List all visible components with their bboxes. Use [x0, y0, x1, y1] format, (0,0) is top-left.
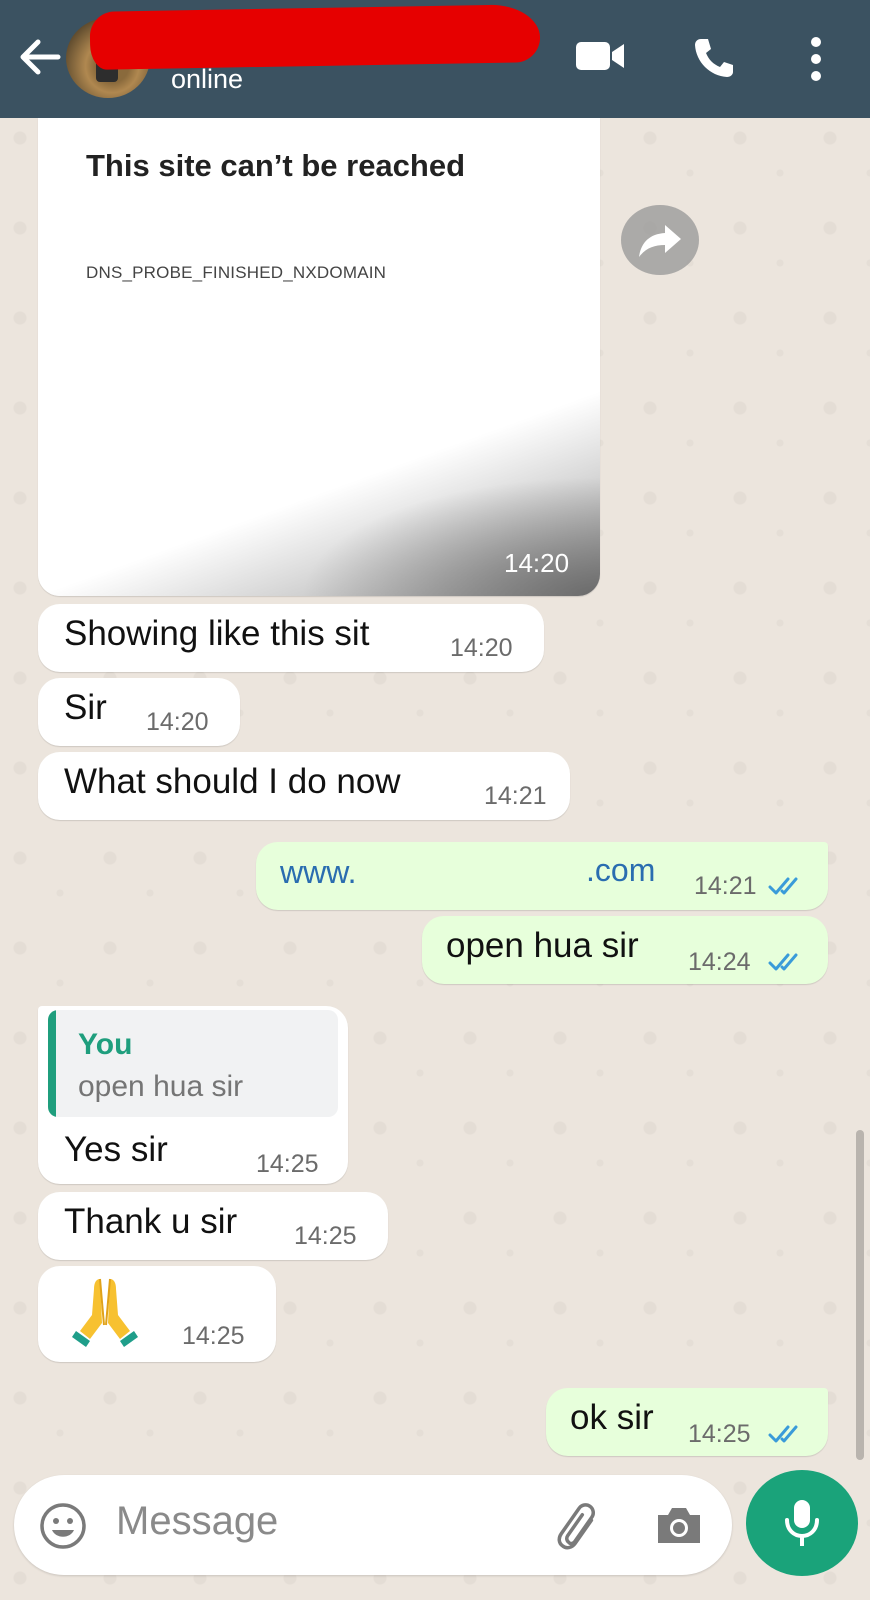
quote-text: open hua sir — [78, 1070, 244, 1103]
link-preview-card[interactable]: This site can’t be reached DNS_PROBE_FIN… — [38, 118, 600, 596]
double-check-icon — [768, 953, 798, 971]
message-input[interactable]: Message — [116, 1499, 278, 1544]
message-text: Sir — [64, 688, 107, 727]
message-time: 14:25 — [256, 1150, 319, 1178]
message-bubble-outgoing[interactable]: www. .com 14:21 — [256, 842, 828, 910]
arrow-left-icon[interactable] — [14, 32, 64, 82]
message-time: 14:25 — [182, 1322, 245, 1350]
voice-message-button[interactable] — [746, 1470, 858, 1576]
camera-icon[interactable] — [654, 1503, 704, 1547]
paperclip-icon[interactable] — [548, 1497, 604, 1553]
microphone-icon — [785, 1500, 819, 1546]
message-time: 14:24 — [688, 948, 751, 976]
video-call-icon[interactable] — [574, 36, 626, 76]
double-check-icon — [768, 877, 798, 895]
message-bubble[interactable]: Showing like this sit 14:20 — [38, 604, 544, 672]
message-bubble[interactable]: Sir 14:20 — [38, 678, 240, 746]
message-text: Showing like this sit — [64, 614, 370, 653]
link-text-start[interactable]: www. — [280, 854, 356, 891]
double-check-icon — [768, 1425, 798, 1443]
link-text-end[interactable]: .com — [586, 852, 655, 889]
contact-status: online — [171, 64, 244, 94]
phone-icon[interactable] — [692, 36, 736, 80]
message-text: ok sir — [570, 1398, 654, 1437]
message-time: 14:20 — [146, 708, 209, 736]
chat-header: online — [0, 0, 870, 118]
message-time: 14:20 — [450, 634, 513, 662]
quoted-message[interactable]: You open hua sir — [48, 1010, 338, 1117]
message-text: What should I do now — [64, 762, 401, 801]
redacted-contact-name — [89, 4, 541, 70]
preview-error-code: DNS_PROBE_FINISHED_NXDOMAIN — [86, 263, 387, 282]
message-text: open hua sir — [446, 926, 639, 965]
preview-title: This site can’t be reached — [86, 148, 466, 183]
message-time: 14:20 — [504, 548, 570, 578]
quote-author: You — [78, 1028, 133, 1061]
message-bubble[interactable]: What should I do now 14:21 — [38, 752, 570, 820]
scrollbar[interactable] — [856, 1130, 864, 1460]
message-bubble-outgoing[interactable]: ok sir 14:25 — [546, 1388, 828, 1456]
message-bubble-outgoing[interactable]: open hua sir 14:24 — [422, 916, 828, 984]
message-time: 14:21 — [484, 782, 547, 810]
message-text: Thank u sir — [64, 1202, 238, 1241]
message-time: 14:21 — [694, 872, 757, 900]
message-text: Yes sir — [64, 1130, 168, 1169]
message-time: 14:25 — [688, 1420, 751, 1448]
message-input-bar[interactable]: Message — [14, 1475, 732, 1575]
emoji-icon[interactable] — [38, 1501, 88, 1551]
more-vertical-icon[interactable] — [806, 36, 826, 82]
forward-button[interactable] — [621, 205, 699, 275]
forward-icon — [639, 225, 681, 257]
message-time: 14:25 — [294, 1222, 357, 1250]
folded-hands-icon — [72, 1278, 138, 1347]
message-bubble[interactable]: Thank u sir 14:25 — [38, 1192, 388, 1260]
